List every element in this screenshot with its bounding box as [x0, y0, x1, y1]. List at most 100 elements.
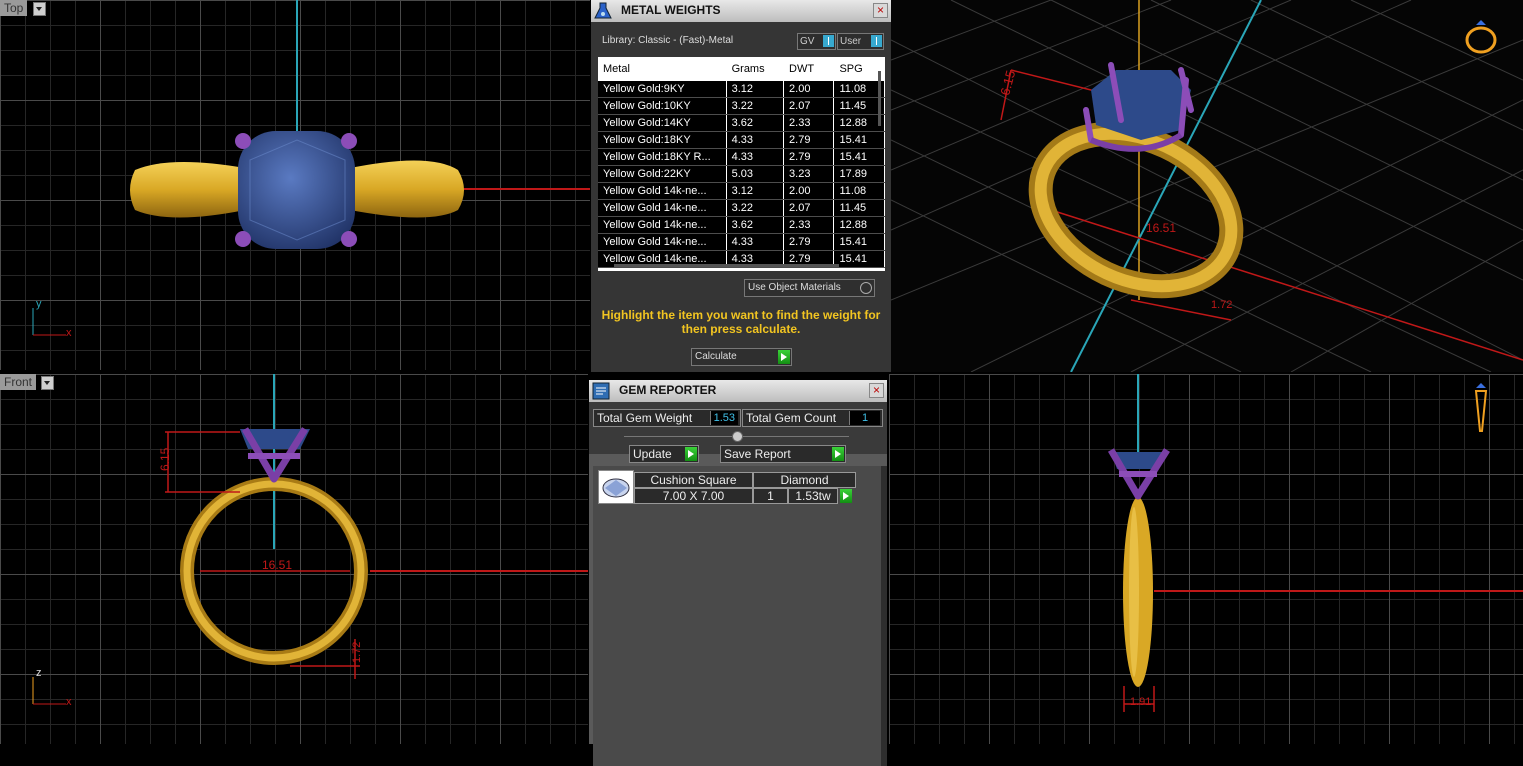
- cell-spg: 11.08: [833, 81, 885, 98]
- toggle-knob-icon: [823, 35, 834, 47]
- table-row[interactable]: Yellow Gold:9KY 3.12 2.00 11.08: [598, 81, 885, 98]
- cell-spg: 11.45: [833, 199, 885, 217]
- update-button[interactable]: Update: [629, 445, 699, 463]
- cell-metal: Yellow Gold:10KY: [598, 97, 727, 115]
- gem-reporter-body: Total Gem Weight 1.53 Total Gem Count 1 …: [589, 402, 887, 766]
- gem-shape: Cushion Square: [634, 472, 753, 488]
- total-gem-count-field: Total Gem Count 1: [742, 409, 883, 427]
- gem-detail-button[interactable]: [838, 489, 852, 503]
- axis-y-label: y: [36, 298, 42, 310]
- gv-toggle[interactable]: GV: [797, 33, 836, 50]
- cell-spg: 15.41: [833, 250, 885, 268]
- cell-grams: 4.33: [726, 233, 785, 251]
- cell-metal: Yellow Gold:9KY: [598, 81, 727, 98]
- side-viewport[interactable]: 1.91: [889, 374, 1523, 744]
- calculate-button[interactable]: Calculate: [691, 348, 792, 366]
- cell-grams: 4.33: [726, 148, 785, 166]
- gem-list-area: [593, 466, 881, 766]
- axis-x-label: x: [66, 327, 72, 339]
- table-row[interactable]: Yellow Gold 14k-ne... 3.22 2.07 11.45: [598, 199, 885, 217]
- play-icon: [840, 489, 852, 503]
- cell-grams: 3.12: [726, 182, 785, 200]
- col-metal[interactable]: Metal: [598, 57, 727, 81]
- table-row[interactable]: Yellow Gold:22KY 5.03 3.23 17.89: [598, 165, 885, 183]
- gem-reporter-scrollbar[interactable]: [881, 466, 887, 766]
- total-gem-weight-value: 1.53: [709, 411, 738, 425]
- top-viewport[interactable]: Top y x: [0, 0, 590, 370]
- cell-grams: 3.62: [726, 216, 785, 234]
- metal-weights-panel: METAL WEIGHTS × Library: Classic - (Fast…: [591, 0, 891, 372]
- table-row[interactable]: Yellow Gold:14KY 3.62 2.33 12.88: [598, 114, 885, 132]
- user-toggle[interactable]: User: [837, 33, 884, 50]
- play-icon: [778, 350, 790, 364]
- horizontal-scrollbar[interactable]: [614, 264, 839, 267]
- table-row[interactable]: Yellow Gold 14k-ne... 3.62 2.33 12.88: [598, 216, 885, 234]
- chevron-down-icon[interactable]: [41, 376, 54, 390]
- cell-metal: Yellow Gold 14k-ne...: [598, 216, 727, 234]
- ring-side-nav-icon: [1474, 383, 1488, 432]
- cell-dwt: 2.79: [783, 131, 835, 149]
- calculate-label: Calculate: [695, 351, 737, 362]
- cell-dwt: 2.33: [783, 114, 835, 132]
- gem-count: 1: [753, 488, 788, 504]
- cell-spg: 11.08: [833, 182, 885, 200]
- cell-spg: 15.41: [833, 148, 885, 166]
- gem-reporter-titlebar[interactable]: GEM REPORTER ×: [589, 380, 887, 402]
- table-row[interactable]: Yellow Gold:18KY 4.33 2.79 15.41: [598, 131, 885, 149]
- perspective-viewport[interactable]: 6.15 16.51 1.72: [891, 0, 1523, 372]
- front-view-scene: 6.15 16.51 1.72: [158, 374, 588, 679]
- top-view-scene: [130, 0, 590, 249]
- gem-reporter-panel: GEM REPORTER × Total Gem Weight 1.53 Tot…: [589, 380, 887, 766]
- toggle-knob-icon: [871, 35, 882, 47]
- vertical-scrollbar[interactable]: [878, 71, 881, 126]
- metal-weights-titlebar[interactable]: METAL WEIGHTS ×: [591, 0, 891, 22]
- cell-dwt: 2.33: [783, 216, 835, 234]
- total-gem-count-label: Total Gem Count: [746, 411, 837, 425]
- col-spg[interactable]: SPG: [833, 57, 885, 81]
- collapse-icon[interactable]: [732, 431, 743, 442]
- metal-weights-title: METAL WEIGHTS: [621, 3, 721, 17]
- perspective-scene: 6.15 16.51 1.72: [891, 0, 1523, 372]
- cell-dwt: 2.07: [783, 199, 835, 217]
- gem-reporter-title: GEM REPORTER: [619, 383, 717, 397]
- table-row[interactable]: Yellow Gold:18KY R... 4.33 2.79 15.41: [598, 148, 885, 166]
- persp-dim-height: 6.15: [997, 69, 1018, 97]
- axis-gizmo: z x: [28, 667, 78, 709]
- toggle-circle-icon: [860, 282, 872, 294]
- side-view-scene: 1.91: [1107, 374, 1523, 712]
- cell-dwt: 2.79: [783, 233, 835, 251]
- user-toggle-label: User: [840, 36, 862, 47]
- use-object-materials-toggle[interactable]: Use Object Materials: [744, 279, 875, 297]
- metal-table-container[interactable]: Metal Grams DWT SPG Yellow Gold:9KY 3.12 2…: [598, 57, 885, 271]
- play-icon: [685, 447, 697, 461]
- cell-grams: 3.22: [726, 97, 785, 115]
- library-label: Library: Classic - (Fast)-Metal: [602, 35, 734, 46]
- viewport-label-front[interactable]: Front: [0, 374, 37, 390]
- cell-dwt: 2.00: [783, 182, 835, 200]
- close-icon[interactable]: ×: [869, 383, 884, 398]
- front-dim-band: 1.72: [351, 642, 363, 663]
- front-dim-height: 6.15: [158, 447, 172, 471]
- col-dwt[interactable]: DWT: [783, 57, 835, 81]
- close-icon[interactable]: ×: [873, 3, 888, 18]
- viewport-label-top[interactable]: Top: [0, 0, 28, 16]
- table-row[interactable]: Yellow Gold 14k-ne... 3.12 2.00 11.08: [598, 182, 885, 200]
- cell-metal: Yellow Gold 14k-ne...: [598, 233, 727, 251]
- gem-size: 7.00 X 7.00: [634, 488, 753, 504]
- save-report-button[interactable]: Save Report: [720, 445, 846, 463]
- total-gem-weight-label: Total Gem Weight: [597, 411, 693, 425]
- chevron-down-icon[interactable]: [33, 2, 46, 16]
- table-row[interactable]: Yellow Gold 14k-ne... 4.33 2.79 15.41: [598, 233, 885, 251]
- cell-grams: 3.62: [726, 114, 785, 132]
- total-gem-weight-field: Total Gem Weight 1.53: [593, 409, 741, 427]
- table-row[interactable]: Yellow Gold:10KY 3.22 2.07 11.45: [598, 97, 885, 115]
- save-report-label: Save Report: [724, 447, 791, 461]
- front-viewport[interactable]: 6.15 16.51 1.72 Front z x: [0, 374, 588, 744]
- cell-metal: Yellow Gold:18KY R...: [598, 148, 727, 166]
- table-header-row: Metal Grams DWT SPG: [598, 57, 885, 81]
- cell-spg: 11.45: [833, 97, 885, 115]
- cell-dwt: 3.23: [783, 165, 835, 183]
- cell-spg: 15.41: [833, 131, 885, 149]
- col-grams[interactable]: Grams: [726, 57, 785, 81]
- persp-dim-band: 1.72: [1211, 299, 1232, 311]
